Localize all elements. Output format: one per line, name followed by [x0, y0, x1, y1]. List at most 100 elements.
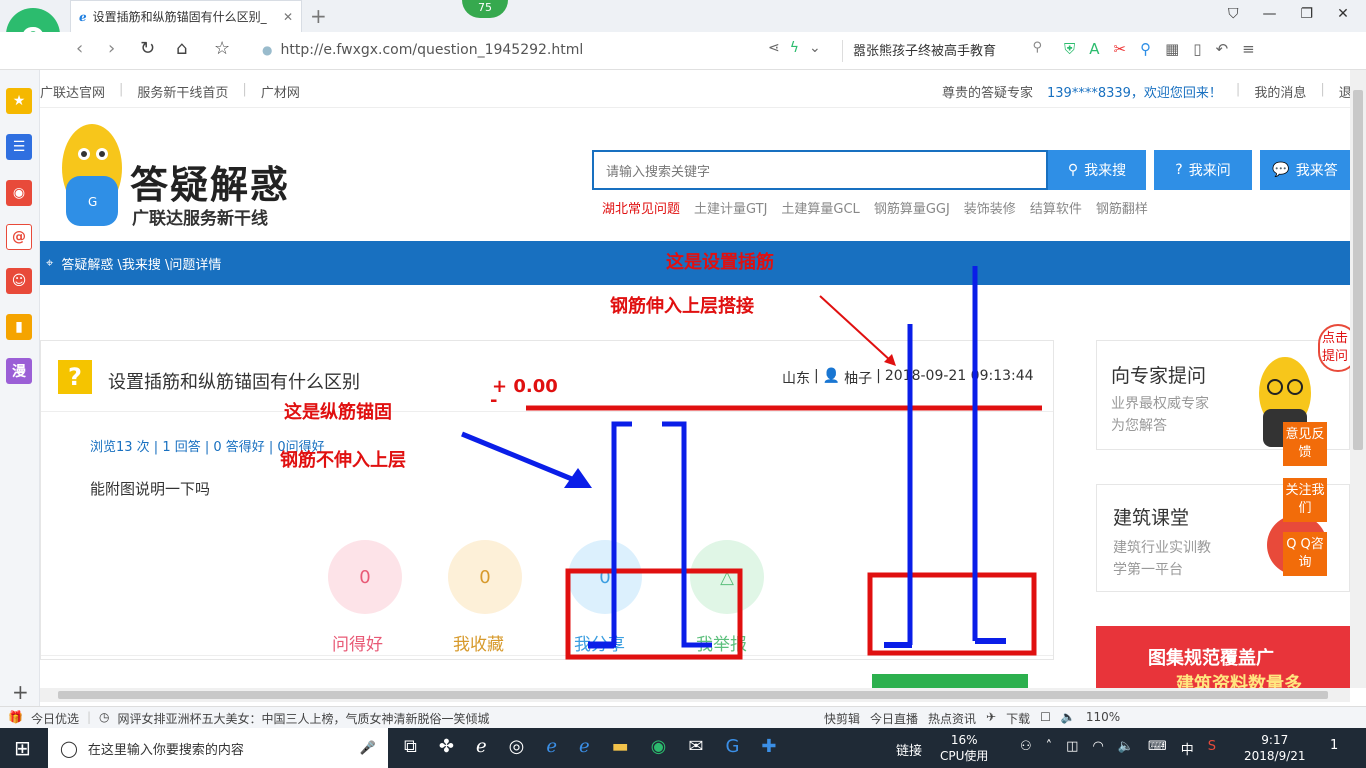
- hotword[interactable]: 钢筋翻样: [1096, 198, 1148, 217]
- hotword[interactable]: 土建计量GTJ: [694, 198, 767, 217]
- glodon-g-icon[interactable]: G: [725, 736, 739, 757]
- follow-us-button[interactable]: 关注我们: [1283, 478, 1327, 522]
- news-list-icon[interactable]: ☰: [6, 134, 32, 160]
- notification-center[interactable]: 1: [1330, 738, 1338, 753]
- hot-news-link[interactable]: 热点资讯: [928, 710, 976, 727]
- browser-tab[interactable]: ℯ 设置插筋和纵筋锚固有什么区别_ ✕: [70, 0, 302, 32]
- hotword[interactable]: 钢筋算量GGJ: [874, 198, 950, 217]
- zoom-level[interactable]: 110%: [1086, 710, 1120, 727]
- share-label[interactable]: 我分享: [574, 630, 625, 655]
- report-label[interactable]: 我举报: [696, 630, 747, 655]
- magnifier-icon[interactable]: ⚲: [1140, 40, 1151, 58]
- search-icon[interactable]: ⚲: [1032, 40, 1042, 62]
- game-icon[interactable]: ☺: [6, 268, 32, 294]
- share-button[interactable]: 0: [568, 540, 642, 614]
- back-icon[interactable]: ‹: [76, 38, 83, 59]
- download-link[interactable]: 下载: [1006, 710, 1030, 727]
- scissors-icon[interactable]: ✂: [1114, 40, 1127, 58]
- mic-icon[interactable]: 🎤: [360, 741, 376, 756]
- report-button[interactable]: △: [690, 540, 764, 614]
- mascot-logo[interactable]: G: [52, 116, 130, 236]
- task-view-icon[interactable]: ⧉: [404, 736, 417, 757]
- link-label[interactable]: 链接: [896, 740, 922, 759]
- qq-consult-button[interactable]: Q Q咨询: [1283, 532, 1327, 576]
- ime-mode[interactable]: 中: [1181, 739, 1194, 758]
- search-button[interactable]: ⚲ 我来搜: [1048, 150, 1146, 190]
- mail-icon[interactable]: ✉: [688, 736, 703, 757]
- lightning-icon[interactable]: ϟ: [790, 40, 799, 56]
- weibo-icon[interactable]: ◉: [6, 180, 32, 206]
- favorite-star-icon[interactable]: ☆: [214, 38, 230, 59]
- ask-button[interactable]: ? 我来问: [1154, 150, 1252, 190]
- collect-button[interactable]: 0: [448, 540, 522, 614]
- ie-icon[interactable]: ℯ: [579, 736, 590, 757]
- answer-button[interactable]: 💬 我来答: [1260, 150, 1350, 190]
- people-icon[interactable]: ⚇: [1020, 739, 1032, 758]
- tray-up-icon[interactable]: ˄: [1046, 739, 1053, 758]
- tab-close-icon[interactable]: ✕: [283, 10, 293, 24]
- sogou-icon[interactable]: S: [1208, 739, 1216, 758]
- shirt-icon[interactable]: ⛉: [1228, 6, 1239, 22]
- shield-icon[interactable]: ⛨: [1064, 40, 1075, 58]
- toplink-glodon[interactable]: 广联达官网: [40, 82, 105, 101]
- phone-icon[interactable]: ▯: [1193, 40, 1201, 58]
- answer-green-button[interactable]: [872, 674, 1028, 688]
- promo-banner[interactable]: 图集规范覆盖广 建筑资料数量多: [1096, 626, 1350, 688]
- today-pick[interactable]: 今日优选: [31, 710, 79, 727]
- minimize-icon[interactable]: —: [1263, 6, 1277, 22]
- restore-icon[interactable]: ❐: [1301, 6, 1314, 22]
- favorites-star-icon[interactable]: ★: [6, 88, 32, 114]
- wifi-icon[interactable]: ◠: [1092, 739, 1103, 758]
- horizontal-scroll-thumb[interactable]: [58, 691, 1328, 699]
- keyboard-icon[interactable]: ⌨: [1148, 739, 1167, 758]
- welcome-user[interactable]: 139****8339，欢迎您回来！: [1047, 82, 1222, 101]
- collect-label[interactable]: 我收藏: [453, 630, 504, 655]
- apps-icon[interactable]: ▦: [1165, 40, 1179, 58]
- new-tab-button[interactable]: +: [310, 4, 327, 28]
- active-browser-icon[interactable]: ◉: [651, 736, 667, 757]
- close-window-icon[interactable]: ✕: [1337, 6, 1349, 22]
- menu-icon[interactable]: ≡: [1242, 40, 1255, 58]
- chevron-down-icon[interactable]: ⌄: [809, 40, 821, 56]
- home-icon[interactable]: ⌂: [176, 38, 187, 59]
- spiral-app-icon[interactable]: ◎: [509, 736, 525, 757]
- good-question-label[interactable]: 问得好: [332, 630, 383, 655]
- network-icon[interactable]: ◫: [1066, 739, 1078, 758]
- kuaiji-link[interactable]: 快剪辑: [824, 710, 860, 727]
- breadcrumb-text[interactable]: 答疑解惑 \我来搜 \问题详情: [61, 254, 221, 273]
- taskbar-search-input[interactable]: ◯ 在这里输入你要搜索的内容 🎤: [48, 728, 388, 768]
- fan-app-icon[interactable]: ✤: [439, 736, 454, 757]
- url-field[interactable]: ● http://e.fwxgx.com/question_1945292.ht…: [262, 36, 762, 64]
- undo-icon[interactable]: ↶: [1216, 40, 1229, 58]
- good-question-button[interactable]: 0: [328, 540, 402, 614]
- email-icon[interactable]: @: [6, 224, 32, 250]
- sound-icon[interactable]: 🔈: [1061, 710, 1076, 727]
- news-ticker[interactable]: 网评女排亚洲杯五大美女：中国三人上榜，气质女神清新脱俗一笑倾城: [118, 710, 490, 727]
- clock[interactable]: 9:17 2018/9/21: [1244, 732, 1306, 764]
- cpu-usage[interactable]: 16% CPU使用: [940, 732, 988, 764]
- horizontal-scrollbar[interactable]: [40, 688, 1350, 702]
- plus-app-icon[interactable]: ✚: [761, 736, 776, 757]
- refresh-icon[interactable]: ↻: [140, 38, 155, 59]
- bookmark-icon[interactable]: ▮: [6, 314, 32, 340]
- hotword[interactable]: 装饰装修: [964, 198, 1016, 217]
- windows-start-icon[interactable]: ⊞: [14, 736, 31, 760]
- my-messages-link[interactable]: 我的消息: [1254, 82, 1306, 101]
- browser-e-icon[interactable]: ℯ: [476, 736, 487, 757]
- site-info-icon[interactable]: ●: [262, 43, 272, 57]
- folder-icon[interactable]: ▬: [612, 736, 629, 757]
- volume-icon[interactable]: 🔈: [1118, 739, 1134, 758]
- meta-user[interactable]: 柚子: [844, 368, 872, 388]
- vertical-scroll-thumb[interactable]: [1353, 90, 1363, 450]
- window-icon[interactable]: ☐: [1040, 710, 1051, 727]
- manhua-icon[interactable]: 漫: [6, 358, 32, 384]
- live-link[interactable]: 今日直播: [870, 710, 918, 727]
- pin-icon[interactable]: ✈: [986, 710, 996, 727]
- toplink-material[interactable]: 广材网: [261, 82, 300, 101]
- forward-icon[interactable]: ›: [108, 38, 115, 59]
- toplink-home[interactable]: 服务新干线首页: [137, 82, 228, 101]
- hotword[interactable]: 湖北常见问题: [602, 198, 680, 217]
- hotword[interactable]: 土建算量GCL: [781, 198, 859, 217]
- sidebar-add-icon[interactable]: +: [12, 680, 29, 704]
- hotword[interactable]: 结算软件: [1030, 198, 1082, 217]
